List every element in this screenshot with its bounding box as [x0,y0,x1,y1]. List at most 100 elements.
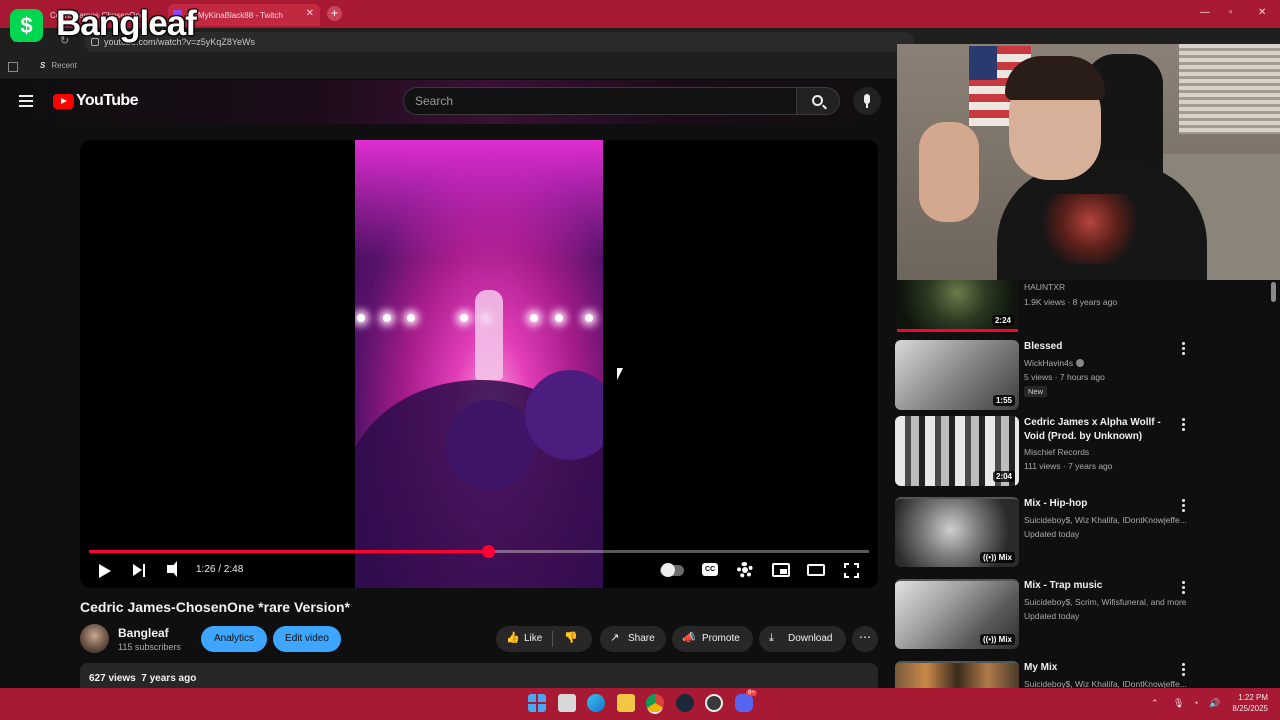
kebab-menu-icon[interactable] [1182,581,1185,594]
kebab-menu-icon[interactable] [1182,499,1185,512]
chrome-icon[interactable] [646,694,664,712]
video-title: Cedric James-ChosenOne *rare Version* [80,599,351,615]
rec-item-partial[interactable]: HAUNTXR 1.9K views · 8 years ago [1024,282,1117,312]
kebab-menu-icon[interactable] [1182,342,1185,355]
rec-channel[interactable]: Suicideboy$, Wiz Khalifa, IDontKnowjeffe… [1024,679,1194,688]
rec-thumbnail[interactable]: 2:04 [895,416,1019,486]
url-field[interactable]: youtube.com/watch?v=z5yKqZ8YeWs [84,32,914,52]
theater-mode-icon[interactable] [807,564,825,576]
sidebar-scrollbar[interactable] [1270,280,1278,685]
rec-item[interactable]: My Mix Suicideboy$, Wiz Khalifa, IDontKn… [895,661,1265,688]
minimize-icon[interactable]: — [1200,7,1210,18]
new-badge: New [1024,386,1048,397]
youtube-logo-icon[interactable] [53,94,74,109]
rec-channel[interactable]: WickHavin4s [1024,358,1194,368]
close-tab-icon[interactable]: ✕ [306,8,314,19]
settings-gear-icon[interactable] [737,562,753,578]
view-count: 627 views [89,673,136,684]
fullscreen-icon[interactable] [844,563,859,578]
share-button[interactable]: ↗ Share [600,626,666,652]
video-player[interactable] [80,140,878,588]
rec-thumbnail[interactable]: 1:55 [895,340,1019,410]
dislike-icon[interactable]: 👎 [564,633,578,644]
rec-channel[interactable]: Suicideboy$, Scrim, Wifisfuneral, and mo… [1024,597,1194,607]
more-actions-button[interactable]: ⋯ [852,626,878,652]
notification-badge: 9+ [746,690,757,696]
bookmark-recent[interactable]: S Recent [40,61,77,70]
captions-icon[interactable]: CC [702,563,718,576]
search-input[interactable]: Search [403,87,796,115]
rec-item[interactable]: ((•)) Mix Mix - Hip-hop Suicideboy$, Wiz… [895,497,1265,567]
play-icon[interactable] [99,564,111,578]
new-tab-button[interactable]: + [327,6,342,21]
close-window-icon[interactable]: ✕ [1258,7,1266,18]
apps-grid-icon[interactable] [8,62,18,72]
windows-start-icon[interactable] [528,694,546,712]
autoplay-toggle[interactable] [660,563,684,577]
download-button[interactable]: ⤓ Download [759,626,846,652]
rec-item[interactable]: ((•)) Mix Mix - Trap music Suicideboy$, … [895,579,1265,649]
channel-name[interactable]: Bangleaf [118,626,169,640]
rec-duration: 2:04 [992,471,1015,482]
shirt-print [1035,194,1145,264]
voice-search-button[interactable] [853,87,881,115]
rec-channel[interactable]: Suicideboy$, Wiz Khalifa, IDontKnowjeffe… [1024,515,1194,525]
stage-haze [355,140,603,260]
promote-button[interactable]: 📣 Promote [672,626,753,652]
mix-badge: ((•)) Mix [979,634,1015,645]
clock[interactable]: 1:22 PM 8/25/2025 [1228,692,1268,714]
microphone-icon[interactable]: 🎙 [1173,698,1184,709]
search-button[interactable] [796,87,840,115]
speaker-icon[interactable]: 🔊 [1209,698,1220,709]
promote-label: Promote [702,633,740,644]
scrollbar-thumb[interactable] [1271,282,1276,302]
obs-icon[interactable] [705,694,723,712]
like-button[interactable]: Like [524,626,542,652]
rec-item[interactable]: 1:55 Blessed WickHavin4s 5 views · 7 hou… [895,340,1265,410]
rec-duration: 2:24 [991,315,1014,326]
cashapp-handle: Bangleaf [56,4,197,43]
rec-item[interactable]: 2:04 Cedric James x Alpha Wollf - Void (… [895,416,1265,486]
like-icon[interactable]: 👍 [506,633,520,644]
task-view-icon[interactable] [558,694,576,712]
rec-thumbnail[interactable]: ((•)) Mix [895,579,1019,649]
next-icon[interactable] [133,563,145,577]
subscriber-count: 115 subscribers [118,642,181,652]
rec-title[interactable]: Mix - Hip-hop [1024,497,1169,511]
performer-figure [475,290,503,380]
wifi-icon[interactable]: ◔ [1193,698,1198,708]
rec-channel[interactable]: Mischief Records [1024,447,1194,457]
kebab-menu-icon[interactable] [1182,418,1185,431]
maximize-icon[interactable]: ▫ [1229,7,1233,18]
volume-icon[interactable] [167,561,177,577]
tray-overflow-icon[interactable]: ⌃ [1151,698,1159,709]
rec-title[interactable]: Mix - Trap music [1024,579,1169,593]
rec-title[interactable]: Cedric James x Alpha Wollf - Void (Prod.… [1024,416,1169,444]
progress-played [89,550,489,553]
steam-icon[interactable] [676,694,694,712]
file-explorer-icon[interactable] [617,694,635,712]
promote-icon: 📣 [682,632,696,644]
edge-icon[interactable] [587,694,605,712]
rec-thumbnail[interactable]: ((•)) Mix [895,497,1019,567]
menu-icon[interactable] [19,95,33,107]
video-frame [355,140,603,588]
window-blinds [1179,44,1280,134]
analytics-button[interactable]: Analytics [201,626,267,652]
rec-thumbnail[interactable] [895,661,1019,688]
discord-icon[interactable]: 9+ [735,690,757,712]
rec-title[interactable]: My Mix [1024,661,1169,675]
youtube-logo-text[interactable]: YouTube [76,92,138,110]
edit-video-button[interactable]: Edit video [273,626,341,652]
rec-duration: 1:55 [992,395,1015,406]
bookmark-label: Recent [51,61,77,70]
clock-date: 8/25/2025 [1232,704,1268,713]
streamer-hair [1005,56,1105,100]
rec-thumbnail[interactable]: 2:24 [897,280,1018,332]
rec-title[interactable]: Blessed [1024,340,1169,354]
channel-avatar[interactable] [80,624,109,653]
progress-bar[interactable] [89,545,869,558]
mouse-cursor-icon [617,368,623,380]
miniplayer-icon[interactable] [772,563,790,577]
kebab-menu-icon[interactable] [1182,663,1185,676]
